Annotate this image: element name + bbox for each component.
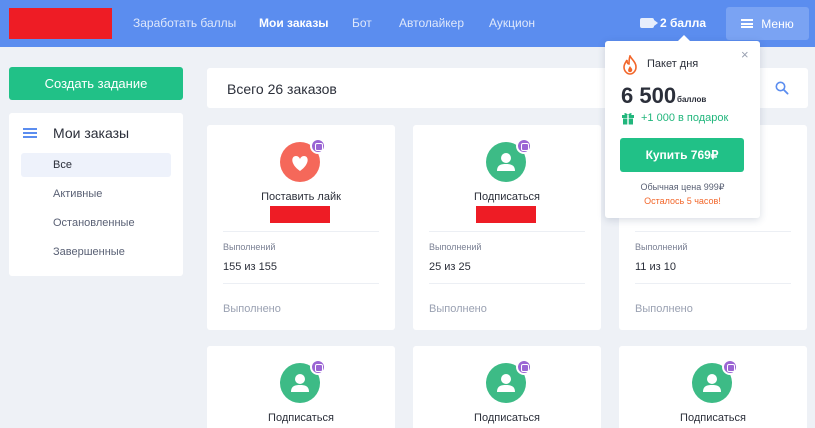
card-title: Подписаться (680, 412, 746, 424)
subscribe-task-icon (486, 359, 532, 403)
sidebar-header: Мои заказы (23, 125, 129, 141)
instagram-badge-icon (516, 359, 532, 375)
order-card[interactable]: Подписаться (619, 346, 807, 428)
package-unit: баллов (677, 95, 707, 104)
subscribe-task-icon (692, 359, 738, 403)
divider (223, 231, 379, 232)
logo[interactable] (9, 8, 112, 39)
redacted-link (270, 206, 330, 223)
divider (429, 231, 585, 232)
orders-total: Всего 26 заказов (227, 81, 337, 97)
card-title: Подписаться (474, 412, 540, 424)
order-card[interactable]: Подписаться Выполнений 25 из 25 Выполнен… (413, 125, 601, 330)
completions-value: 155 из 155 (223, 261, 278, 273)
instagram-badge-icon (516, 138, 532, 154)
instagram-badge-icon (310, 138, 326, 154)
list-icon (23, 128, 37, 138)
nav-bot[interactable]: Бот (352, 16, 372, 30)
package-bonus: +1 000 в подарок (641, 112, 729, 124)
divider (429, 283, 585, 284)
completions-value: 11 из 10 (635, 261, 676, 273)
completions-label: Выполнений (429, 242, 482, 252)
like-task-icon (280, 138, 326, 182)
sidebar-item-all[interactable]: Все (21, 153, 171, 177)
gift-icon (622, 113, 634, 125)
divider (635, 283, 791, 284)
status-label: Выполнено (429, 303, 487, 315)
subscribe-task-icon (486, 138, 532, 182)
search-icon[interactable] (775, 81, 789, 95)
points-balance[interactable]: 2 балла (640, 16, 706, 30)
order-card[interactable]: Поставить лайк Выполнений 155 из 155 Вып… (207, 125, 395, 330)
divider (223, 283, 379, 284)
sidebar-card: Мои заказы Все Активные Остановленные За… (9, 113, 183, 276)
status-label: Выполнено (635, 303, 693, 315)
redacted-link (476, 206, 536, 223)
package-amount: 6 500 (621, 83, 677, 108)
nav-my-orders[interactable]: Мои заказы (259, 16, 329, 30)
subscribe-task-icon (280, 359, 326, 403)
time-left: Осталось 5 часов! (644, 196, 721, 206)
nav-auction[interactable]: Аукцион (489, 16, 535, 30)
top-bar: Заработать баллы Мои заказы Бот Автолайк… (0, 0, 815, 47)
status-label: Выполнено (223, 303, 281, 315)
divider (635, 231, 791, 232)
fire-icon (623, 55, 637, 75)
buy-package-button[interactable]: Купить 769₽ (620, 138, 744, 172)
points-label: 2 балла (660, 16, 707, 30)
instagram-badge-icon (722, 359, 738, 375)
card-title: Подписаться (268, 412, 334, 424)
sidebar-title: Мои заказы (53, 125, 130, 141)
card-title: Поставить лайк (261, 191, 341, 203)
completions-value: 25 из 25 (429, 261, 471, 273)
sidebar-item-completed[interactable]: Завершенные (21, 240, 171, 264)
sidebar-item-stopped[interactable]: Остановленные (21, 211, 171, 235)
nav-earn-points[interactable]: Заработать баллы (133, 16, 236, 30)
menu-label: Меню (761, 16, 794, 31)
daily-package-popup: × Пакет дня 6 500 баллов +1 000 в подаро… (605, 35, 760, 218)
nav-autoliker[interactable]: Автолайкер (399, 16, 464, 30)
hamburger-icon (741, 19, 754, 28)
close-icon[interactable]: × (741, 47, 749, 62)
package-title: Пакет дня (647, 58, 699, 70)
completions-label: Выполнений (635, 242, 688, 252)
instagram-badge-icon (310, 359, 326, 375)
create-task-button[interactable]: Создать задание (9, 67, 183, 100)
order-card[interactable]: Подписаться (413, 346, 601, 428)
completions-label: Выполнений (223, 242, 276, 252)
menu-button[interactable]: Меню (726, 7, 809, 40)
regular-price: Обычная цена 999₽ (640, 182, 725, 192)
sidebar-item-active[interactable]: Активные (21, 182, 171, 206)
order-card[interactable]: Подписаться (207, 346, 395, 428)
tag-icon (640, 18, 658, 28)
card-title: Подписаться (474, 191, 540, 203)
